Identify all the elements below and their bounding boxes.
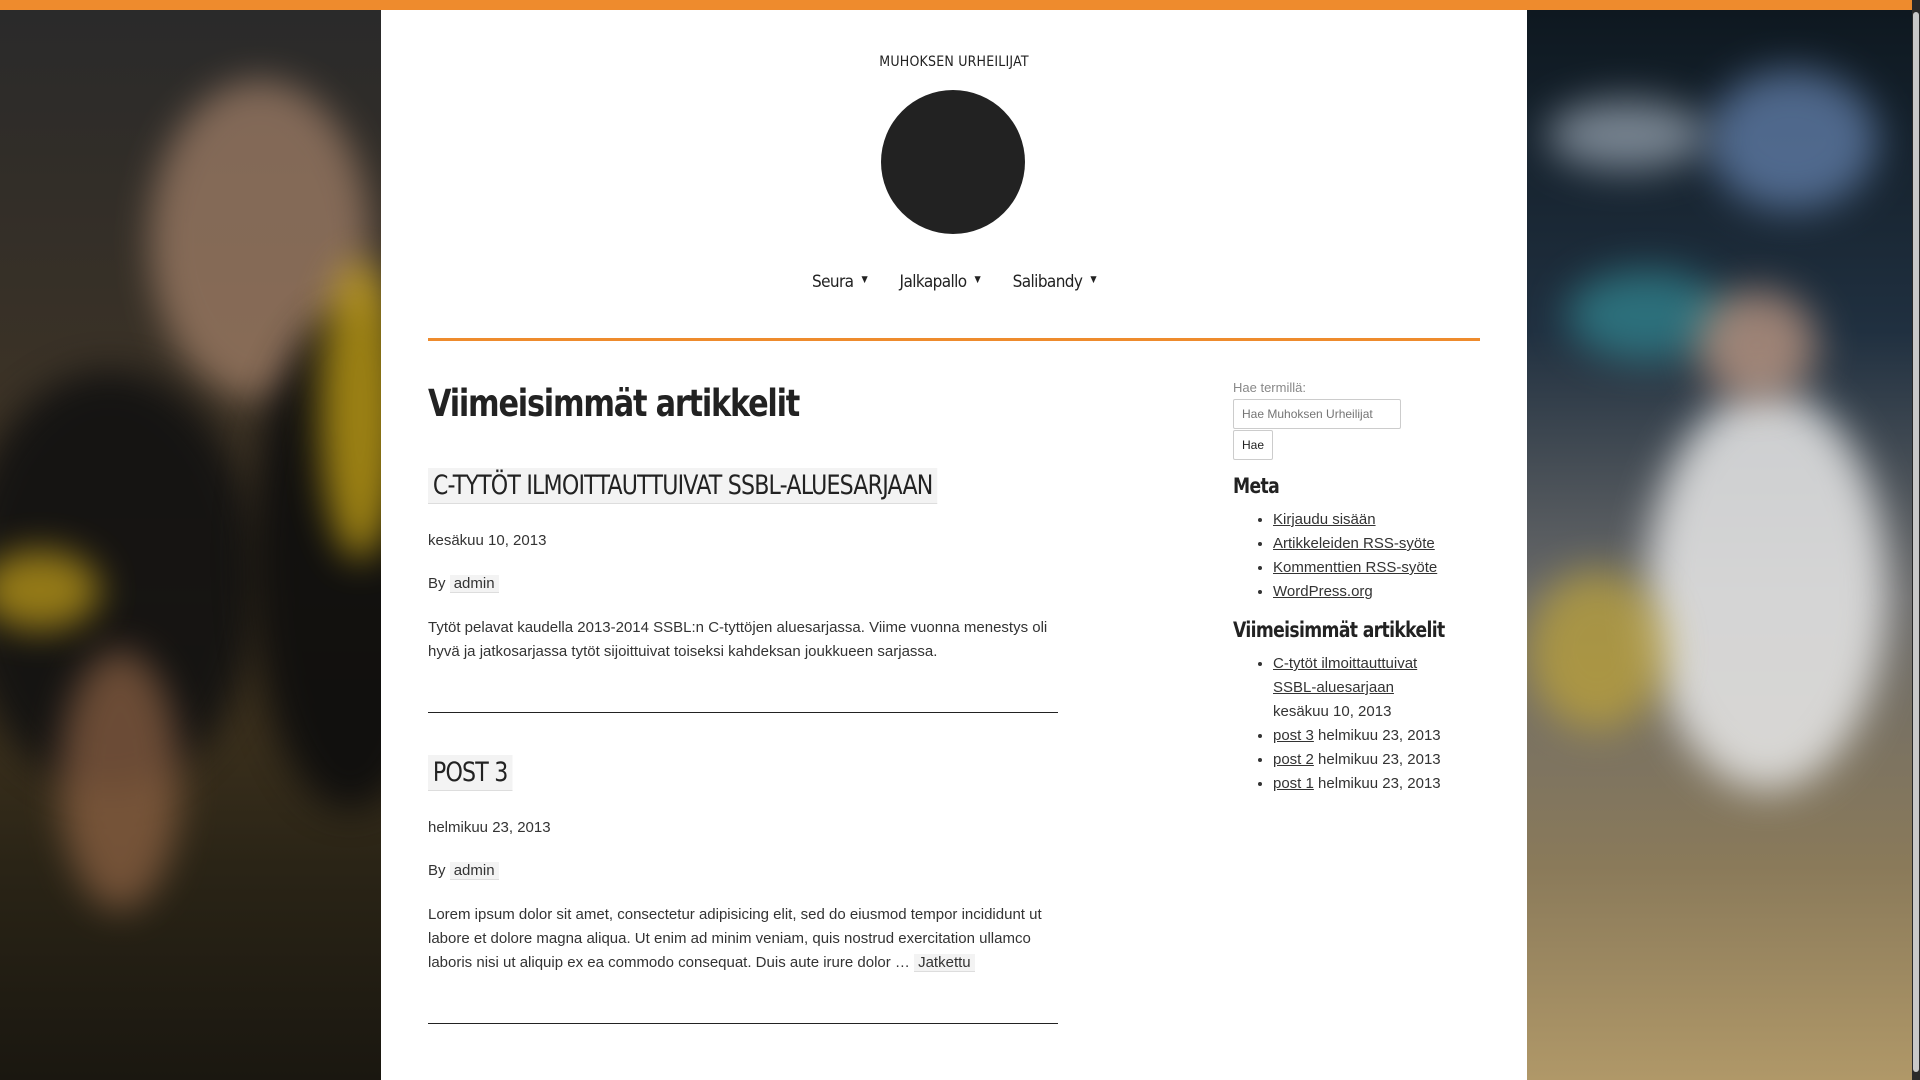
wordpress-org-link[interactable]: WordPress.org <box>1273 583 1373 600</box>
list-item: post 2 helmikuu 23, 2013 <box>1273 748 1453 772</box>
sidebar: Hae termillä: Hae Meta Kirjaudu sisään A… <box>1233 380 1453 796</box>
post-entry: POST 3 helmikuu 23, 2013 By admin Lorem … <box>428 755 1058 1025</box>
recent-post-link[interactable]: post 1 <box>1273 775 1314 792</box>
list-item: WordPress.org <box>1273 580 1453 604</box>
site-title[interactable]: MUHOKSEN URHEILIJAT <box>381 54 1527 70</box>
post-excerpt: Lorem ipsum dolor sit amet, consectetur … <box>428 903 1058 975</box>
list-item: Kommenttien RSS-syöte <box>1273 556 1453 580</box>
background-photo-right <box>1527 10 1920 1080</box>
byline-label: By <box>428 862 446 880</box>
list-item: C-tytöt ilmoittauttuivat SSBL-aluesarjaa… <box>1273 652 1453 724</box>
main-navigation: Seura ▼ Jalkapallo ▼ Salibandy ▼ <box>381 272 1527 292</box>
list-item: post 1 helmikuu 23, 2013 <box>1273 772 1453 796</box>
author-link[interactable]: admin <box>449 862 499 881</box>
post-byline: By admin <box>428 862 1058 881</box>
recent-post-link[interactable]: post 3 <box>1273 727 1314 744</box>
meta-widget-title: Meta <box>1233 474 1280 498</box>
top-accent-bar <box>0 0 1920 10</box>
nav-item-label: Salibandy <box>1012 272 1083 292</box>
search-label: Hae termillä: <box>1233 380 1306 395</box>
scrollbar-thumb[interactable] <box>1913 12 1919 1072</box>
header-divider <box>428 338 1480 341</box>
recent-post-date: helmikuu 23, 2013 <box>1318 775 1441 792</box>
post-date: kesäkuu 10, 2013 <box>428 532 547 550</box>
recent-posts-list: C-tytöt ilmoittauttuivat SSBL-aluesarjaa… <box>1233 652 1453 796</box>
page-scrollbar[interactable] <box>1912 0 1920 1080</box>
nav-item-jalkapallo[interactable]: Jalkapallo ▼ <box>900 272 981 292</box>
search-button[interactable]: Hae <box>1233 430 1274 460</box>
recent-post-date: helmikuu 23, 2013 <box>1318 727 1441 744</box>
nav-item-seura[interactable]: Seura ▼ <box>811 272 868 292</box>
recent-posts-widget-title: Viimeisimmät artikkelit <box>1233 618 1445 642</box>
page-title: Viimeisimmät artikkelit <box>428 382 800 425</box>
list-item: post 3 helmikuu 23, 2013 <box>1273 724 1453 748</box>
byline-label: By <box>428 575 446 593</box>
recent-post-date: helmikuu 23, 2013 <box>1318 751 1441 768</box>
post-excerpt: Tytöt pelavat kaudella 2013-2014 SSBL:n … <box>428 619 1048 661</box>
comments-rss-link[interactable]: Kommenttien RSS-syöte <box>1273 559 1437 576</box>
post-title-link[interactable]: C-TYTÖT ILMOITTAUTTUIVAT SSBL-ALUESARJAA… <box>428 468 938 505</box>
site-logo[interactable] <box>881 90 1025 234</box>
login-link[interactable]: Kirjaudu sisään <box>1273 511 1376 528</box>
recent-post-link[interactable]: post 2 <box>1273 751 1314 768</box>
posts-rss-link[interactable]: Artikkeleiden RSS-syöte <box>1273 535 1435 552</box>
post-date: helmikuu 23, 2013 <box>428 819 551 837</box>
chevron-down-icon: ▼ <box>1090 275 1097 285</box>
read-more-link[interactable]: Jatkettu <box>914 954 975 973</box>
post-byline: By admin <box>428 575 1058 594</box>
nav-item-label: Jalkapallo <box>899 272 968 292</box>
chevron-down-icon: ▼ <box>974 275 981 285</box>
meta-links: Kirjaudu sisään Artikkeleiden RSS-syöte … <box>1233 508 1453 604</box>
list-item: Artikkeleiden RSS-syöte <box>1273 532 1453 556</box>
post-divider <box>428 712 1058 714</box>
post-title-link[interactable]: POST 3 <box>428 755 513 792</box>
nav-item-salibandy[interactable]: Salibandy ▼ <box>1012 272 1097 292</box>
background-photo-left <box>0 10 381 1080</box>
author-link[interactable]: admin <box>449 575 499 594</box>
nav-item-label: Seura <box>811 272 854 292</box>
search-input[interactable] <box>1233 399 1401 429</box>
list-item: Kirjaudu sisään <box>1273 508 1453 532</box>
post-entry: C-TYTÖT ILMOITTAUTTUIVAT SSBL-ALUESARJAA… <box>428 468 1058 714</box>
chevron-down-icon: ▼ <box>861 275 868 285</box>
post-divider <box>428 1023 1058 1025</box>
recent-post-link[interactable]: C-tytöt ilmoittauttuivat SSBL-aluesarjaa… <box>1273 655 1417 696</box>
page-container: MUHOKSEN URHEILIJAT Seura ▼ Jalkapallo ▼ S… <box>381 10 1527 1080</box>
main-content: Viimeisimmät artikkelit C-TYTÖT ILMOITTA… <box>428 382 1058 1025</box>
recent-post-date: kesäkuu 10, 2013 <box>1273 703 1392 720</box>
